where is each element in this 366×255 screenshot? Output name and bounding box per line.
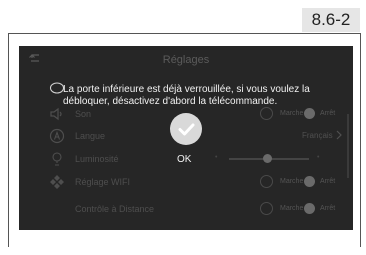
ok-button[interactable] <box>170 113 202 145</box>
alert-dialog: La porte inférieure est déjà verrouillée… <box>19 46 353 230</box>
page-number: 8.6-2 <box>302 8 360 32</box>
dialog-message: La porte inférieure est déjà verrouillée… <box>63 84 310 107</box>
device-screen: Réglages Son Marche Arrêt Langue Françai… <box>19 46 353 230</box>
check-icon <box>178 123 195 136</box>
ok-label[interactable]: OK <box>177 154 191 165</box>
